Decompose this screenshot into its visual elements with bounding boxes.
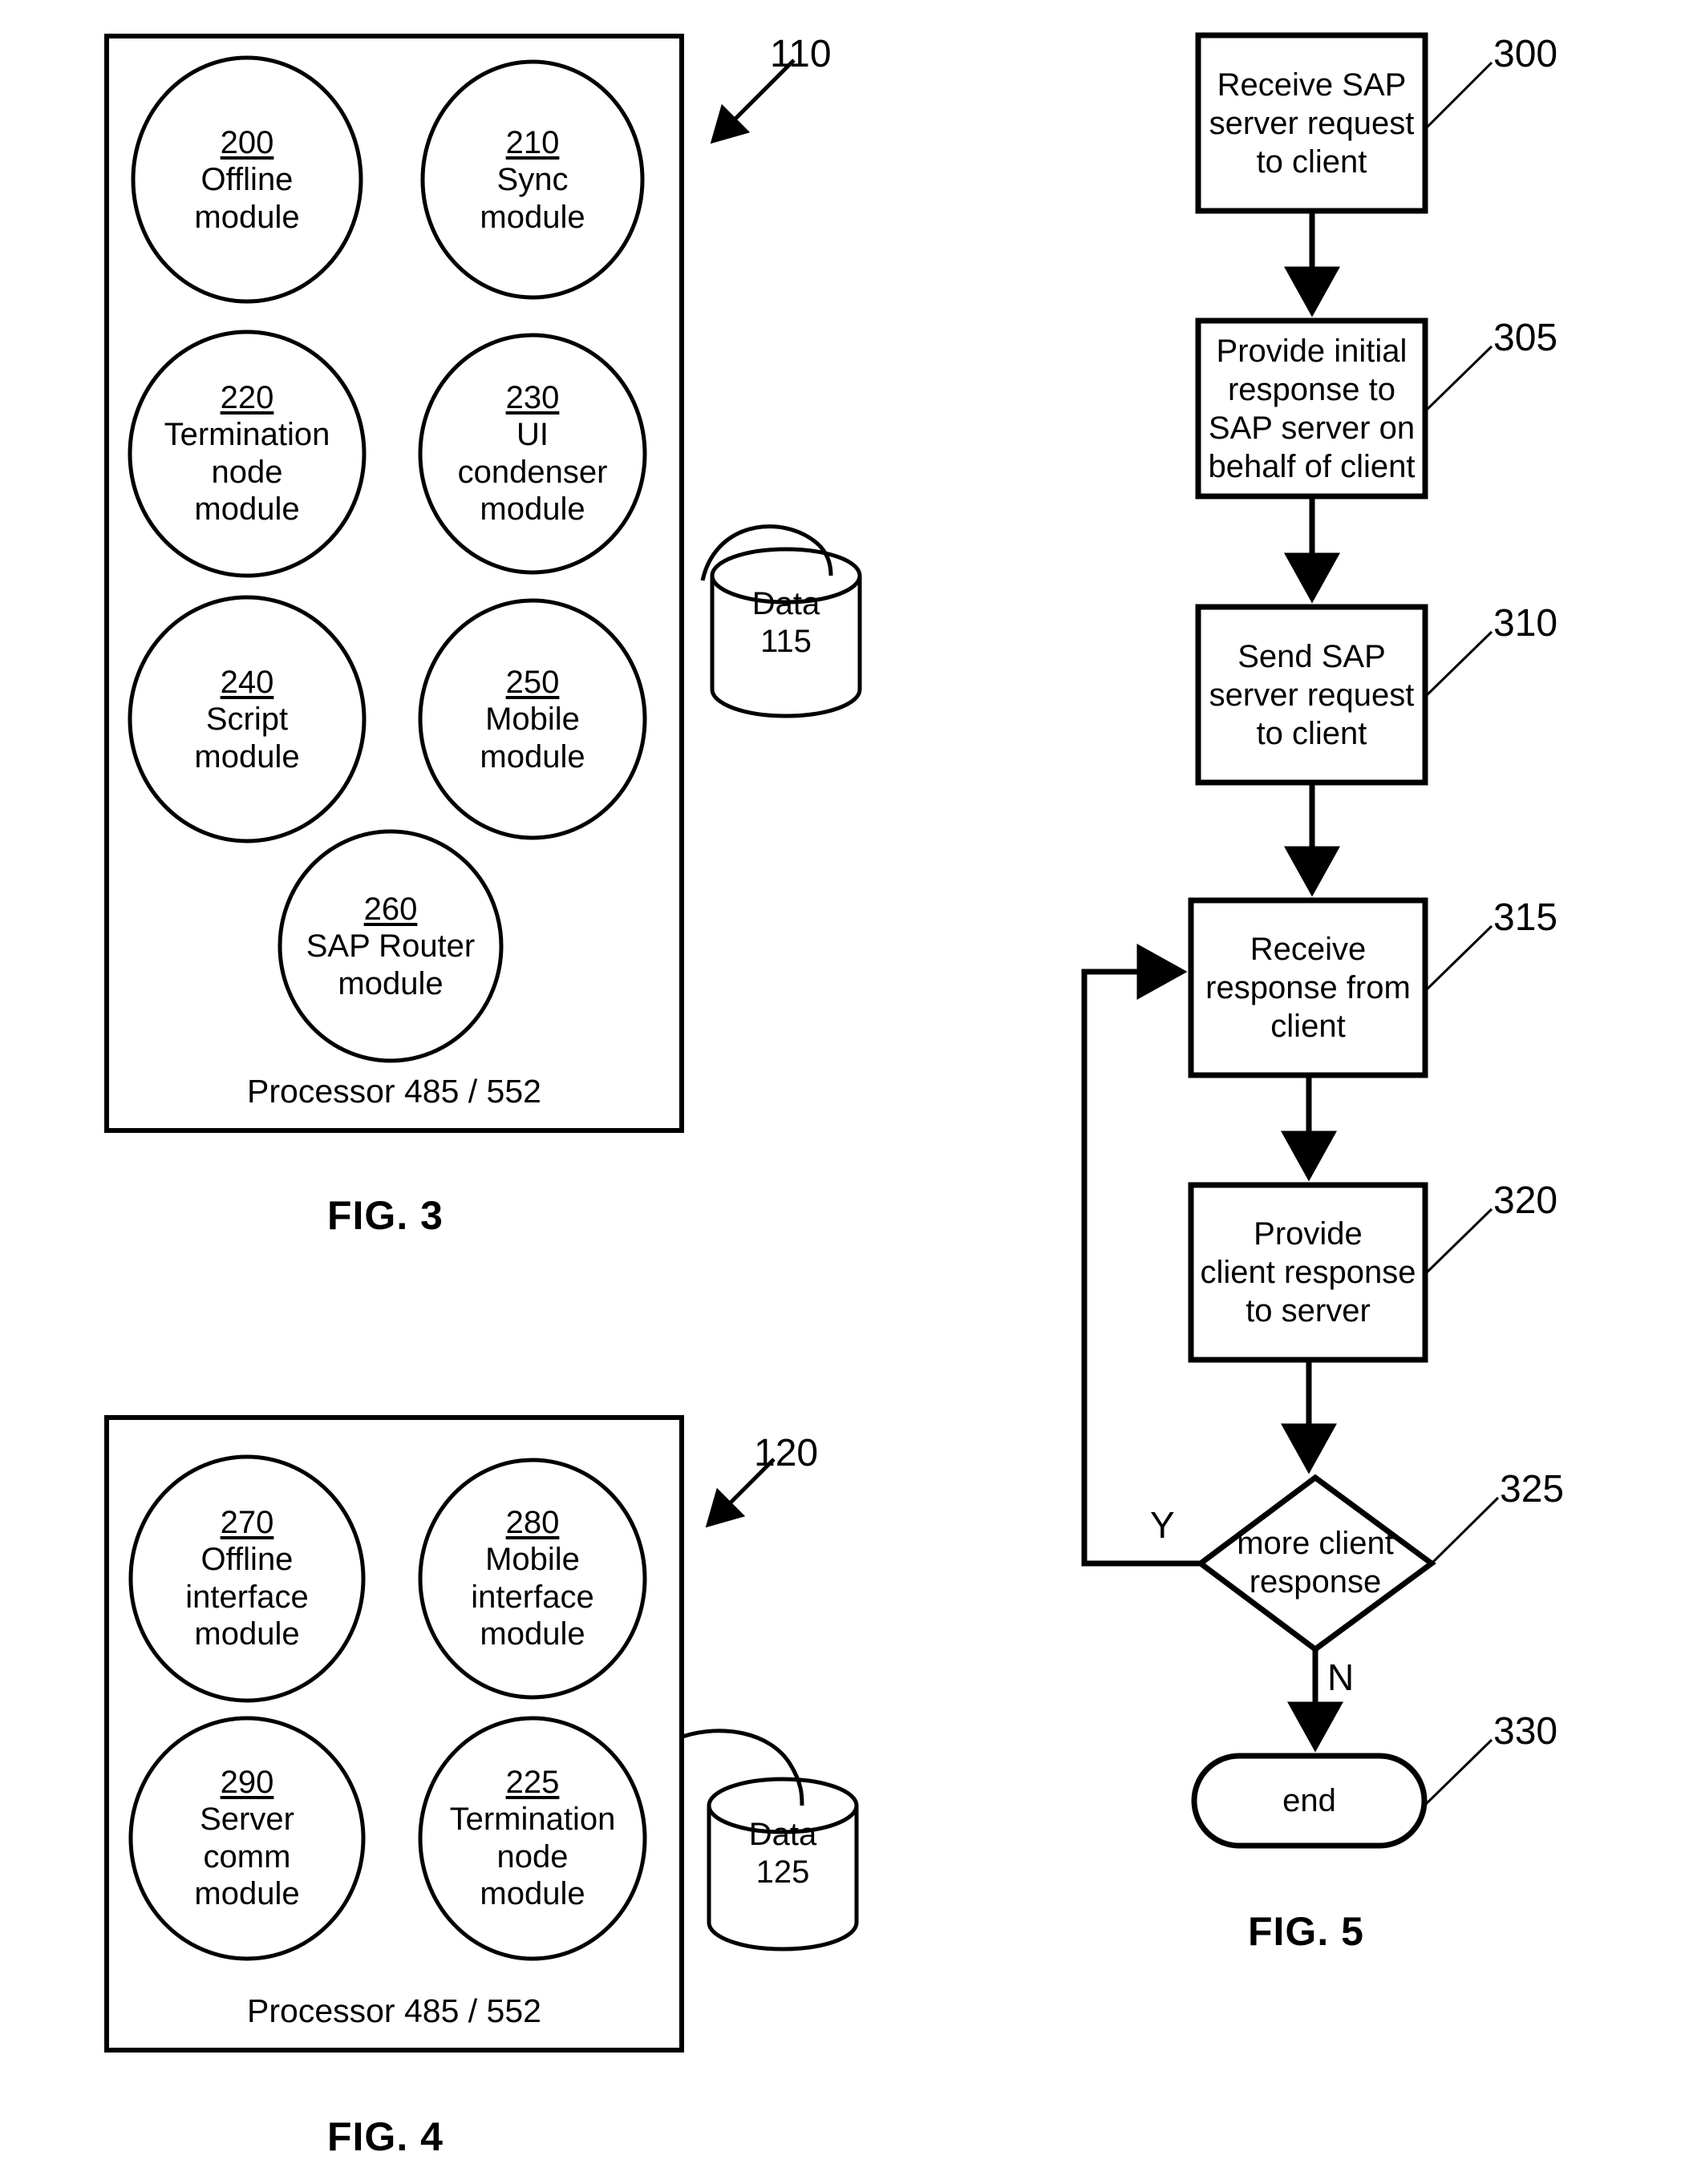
module-name-270: Offline interface module: [185, 1542, 309, 1652]
module-label-250: 250 Mobile module: [428, 664, 637, 775]
module-id-225: 225: [505, 1765, 560, 1800]
fig4-reference-number: 120: [754, 1432, 819, 1474]
fig5-caption: FIG. 5: [1248, 1909, 1364, 1954]
module-id-230: 230: [505, 380, 560, 415]
flow-label-300: Receive SAP server request to client: [1209, 67, 1415, 180]
fig3-processor-label: Processor 485 / 552: [247, 1073, 541, 1110]
flow-label-305: Provide initial response to SAP server o…: [1208, 333, 1416, 484]
module-id-270: 270: [220, 1505, 274, 1540]
module-label-225: 225 Termination node module: [422, 1764, 643, 1913]
flow-label-325: more client response: [1237, 1526, 1394, 1600]
module-id-240: 240: [220, 665, 274, 700]
module-label-240: 240 Script module: [143, 664, 351, 775]
fig4-database-name: Data: [748, 1817, 817, 1852]
fig3-reference-number: 110: [770, 33, 832, 75]
fig5-leader-lines: [1423, 61, 1500, 1807]
module-name-210: Sync module: [480, 162, 585, 235]
module-label-200: 200 Offline module: [143, 124, 351, 236]
branch-label-yes: Y: [1150, 1504, 1175, 1546]
module-name-240: Script module: [194, 702, 300, 775]
fig4-caption: FIG. 4: [327, 2114, 444, 2159]
flow-ref-320: 320: [1493, 1179, 1558, 1222]
module-name-260: SAP Router module: [306, 928, 476, 1001]
module-name-250: Mobile module: [480, 702, 585, 775]
flow-ref-325: 325: [1500, 1468, 1565, 1511]
patent-figure-sheet: 200 Offline module 210 Sync module 220 Term…: [0, 0, 1685, 2184]
flow-label-320: Provide client response to server: [1200, 1216, 1416, 1329]
module-name-280: Mobile interface module: [471, 1542, 594, 1652]
fig4-database-number: 125: [755, 1854, 810, 1891]
module-id-200: 200: [220, 125, 274, 160]
module-label-280: 280 Mobile interface module: [422, 1504, 643, 1653]
module-id-280: 280: [505, 1505, 560, 1540]
module-label-290: 290 Server comm module: [136, 1764, 358, 1913]
module-name-230: UI condenser module: [457, 417, 608, 528]
flow-ref-310: 310: [1493, 602, 1558, 645]
module-label-260: 260 SAP Router module: [278, 891, 503, 1002]
module-id-250: 250: [505, 665, 560, 700]
fig3-database-label: Data 115: [712, 585, 860, 661]
module-label-210: 210 Sync module: [428, 124, 637, 236]
fig4-processor-label: Processor 485 / 552: [247, 1992, 541, 2029]
module-name-225: Termination node module: [449, 1802, 616, 1912]
flow-ref-305: 305: [1493, 317, 1558, 359]
fig3-caption: FIG. 3: [327, 1193, 444, 1238]
flow-ref-330: 330: [1493, 1710, 1558, 1753]
module-label-270: 270 Offline interface module: [136, 1504, 358, 1653]
flow-label-310: Send SAP server request to client: [1209, 638, 1415, 751]
flow-label-315: Receive response from client: [1205, 932, 1411, 1044]
module-label-220: 220 Termination node module: [136, 379, 358, 528]
module-id-260: 260: [363, 892, 418, 927]
module-id-210: 210: [505, 125, 560, 160]
fig4-database-label: Data 125: [709, 1816, 857, 1891]
module-id-290: 290: [220, 1765, 274, 1800]
module-id-220: 220: [220, 380, 274, 415]
module-name-290: Server comm module: [194, 1802, 300, 1912]
module-name-200: Offline module: [194, 162, 300, 235]
module-name-220: Termination node module: [164, 417, 330, 528]
flow-label-330: end: [1282, 1783, 1336, 1818]
fig3-database-name: Data: [751, 586, 820, 621]
fig3-database-number: 115: [760, 624, 812, 660]
flow-ref-315: 315: [1493, 896, 1558, 939]
module-label-230: 230 UI condenser module: [422, 379, 643, 528]
flow-ref-300: 300: [1493, 33, 1558, 75]
branch-label-no: N: [1327, 1656, 1355, 1698]
